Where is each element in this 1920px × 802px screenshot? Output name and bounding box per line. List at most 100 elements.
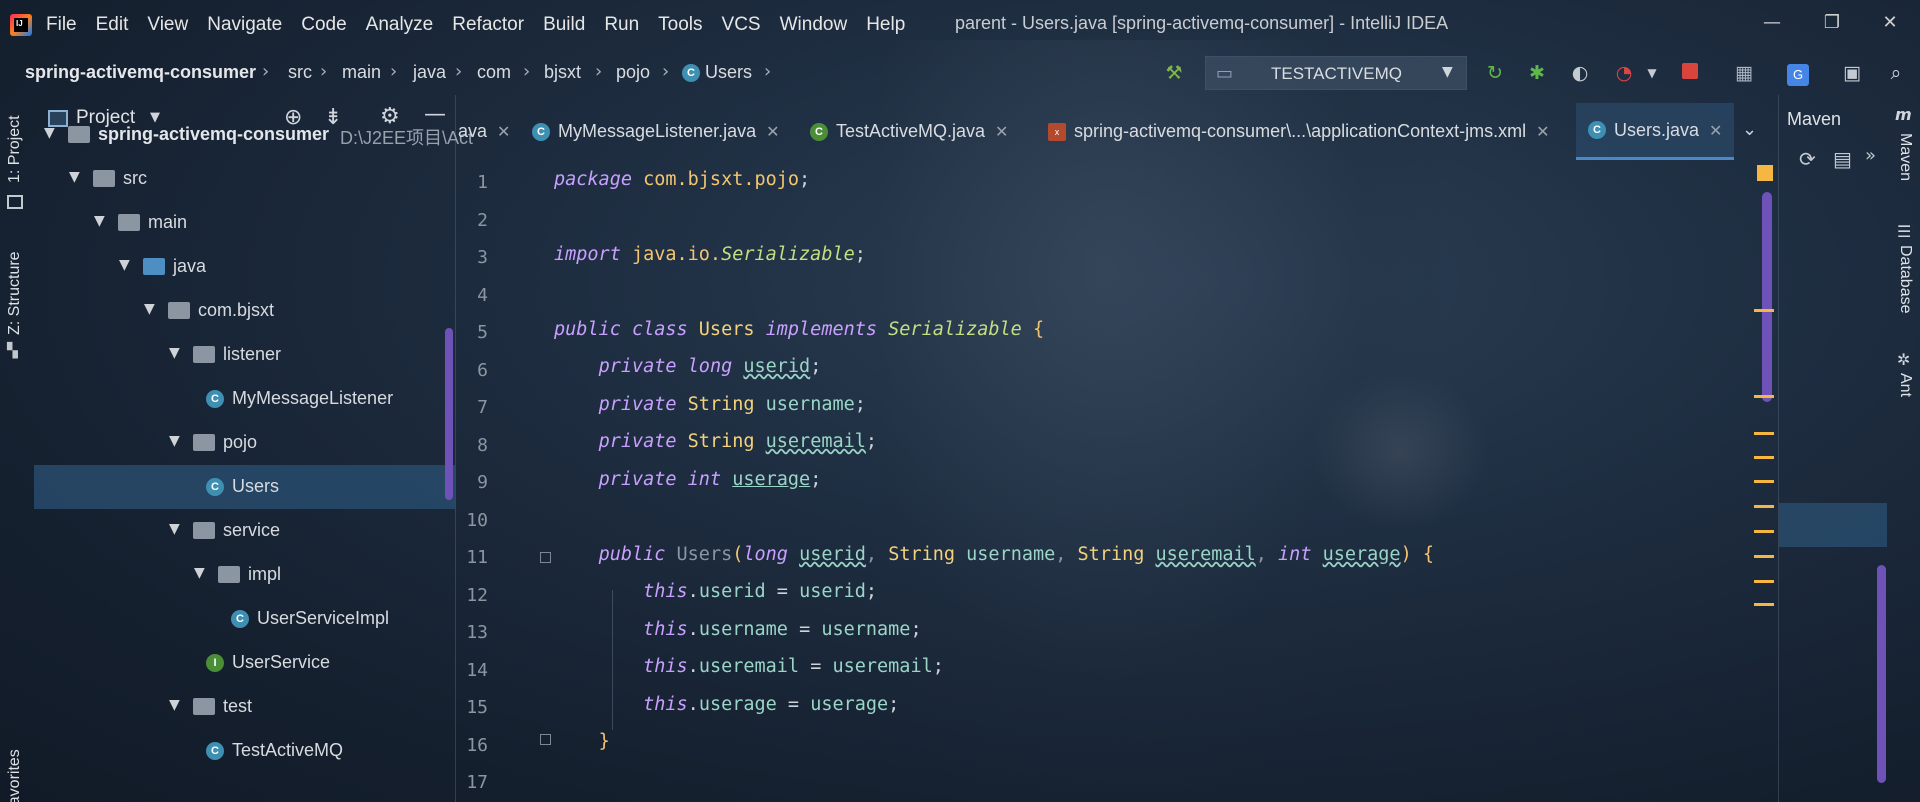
close-icon[interactable]: ✕ [995, 122, 1008, 141]
tree-item-userservice[interactable]: I UserService [34, 641, 456, 685]
expand-arrow-icon[interactable]: ▼ [194, 565, 205, 581]
close-icon[interactable]: ✕ [1536, 122, 1549, 141]
profile-icon[interactable]: ◔ [1612, 61, 1636, 85]
tab-partial[interactable]: ava ✕ [446, 103, 522, 160]
tree-item-mymessagelistener[interactable]: C MyMessageListener [34, 377, 456, 421]
menu-build[interactable]: Build [543, 14, 585, 36]
menu-navigate[interactable]: Navigate [207, 14, 282, 36]
breadcrumb-pojo[interactable]: pojo [616, 62, 650, 83]
menu-run[interactable]: Run [604, 14, 639, 36]
tab-list-chevron-icon[interactable]: ⌄ [1742, 119, 1757, 140]
tab-maven[interactable]: Maven [1896, 133, 1914, 181]
code-editor[interactable]: 1 2 3 4 5 6 7 8 9 10 11 12 13 14 15 16 17 package com.bj… [458, 160, 1778, 802]
expand-arrow-icon[interactable]: ▼ [94, 213, 105, 229]
menu-file[interactable]: File [46, 14, 77, 36]
terminal-icon[interactable]: ▣ [1840, 61, 1864, 85]
breadcrumb-bjsxt[interactable]: bjsxt [544, 62, 581, 83]
tree-scrollbar[interactable] [445, 328, 453, 500]
expand-arrow-icon[interactable]: ▼ [169, 433, 180, 449]
menu-help[interactable]: Help [866, 14, 905, 36]
tab-ant[interactable]: Ant [1896, 373, 1914, 397]
menu-refactor[interactable]: Refactor [452, 14, 524, 36]
error-stripe-mark[interactable] [1754, 432, 1774, 435]
menu-code[interactable]: Code [301, 14, 346, 36]
editor-scrollbar[interactable] [1762, 192, 1772, 402]
fold-marker-icon[interactable] [540, 734, 551, 745]
coverage-icon[interactable]: ◐ [1568, 61, 1592, 85]
project-structure-icon[interactable]: ▦ [1732, 61, 1756, 85]
tree-item-impl[interactable]: ▼ impl [34, 553, 456, 597]
tree-item-users[interactable]: C Users [34, 465, 456, 509]
tab-project[interactable]: 1: Project [6, 115, 24, 183]
fold-marker-icon[interactable] [540, 552, 551, 563]
close-icon[interactable]: ✕ [766, 122, 779, 141]
add-project-icon[interactable]: ▤ [1833, 147, 1852, 171]
tab-favorites[interactable]: Favorites [6, 749, 24, 802]
maven-scrollbar[interactable] [1877, 565, 1886, 783]
tab-users-java[interactable]: C Users.java ✕ [1576, 103, 1735, 160]
expand-arrow-icon[interactable]: ▼ [169, 521, 180, 537]
debug-icon[interactable]: ✱ [1525, 61, 1549, 85]
error-stripe-mark[interactable] [1754, 603, 1774, 606]
reload-icon[interactable]: ⟳ [1799, 147, 1816, 171]
code-line-14: this.useremail = useremail; [643, 656, 944, 677]
warning-indicator[interactable] [1757, 165, 1773, 181]
error-stripe-mark[interactable] [1754, 480, 1774, 483]
expand-arrow-icon[interactable]: ▼ [119, 257, 130, 273]
translate-icon[interactable]: G [1786, 61, 1810, 86]
stop-icon[interactable] [1678, 61, 1702, 85]
more-icon[interactable]: » [1865, 145, 1876, 166]
breadcrumb-users[interactable]: C Users [682, 62, 752, 83]
tree-item-pojo[interactable]: ▼ pojo [34, 421, 456, 465]
breadcrumb-com[interactable]: com [477, 62, 511, 83]
tree-item-com-bjsxt[interactable]: ▼ com.bjsxt [34, 289, 456, 333]
search-icon[interactable]: ⌕ [1884, 61, 1908, 85]
tab-database[interactable]: Database [1896, 245, 1914, 314]
minimize-icon[interactable]: — [1752, 8, 1792, 38]
chevron-down-icon[interactable]: ▼ [1640, 61, 1664, 85]
tree-item-service[interactable]: ▼ service [34, 509, 456, 553]
tree-item-test[interactable]: ▼ test [34, 685, 456, 729]
tree-item-src[interactable]: ▼ src [34, 157, 456, 201]
error-stripe-mark[interactable] [1754, 505, 1774, 508]
error-stripe-mark[interactable] [1754, 580, 1774, 583]
menu-window[interactable]: Window [780, 14, 848, 36]
error-stripe-mark[interactable] [1754, 456, 1774, 459]
menu-vcs[interactable]: VCS [722, 14, 761, 36]
expand-arrow-icon[interactable]: ▼ [44, 125, 55, 141]
rerun-icon[interactable]: ↻ [1483, 61, 1507, 85]
breadcrumb-main[interactable]: main [342, 62, 381, 83]
close-icon[interactable]: ✕ [1709, 121, 1722, 140]
close-icon[interactable]: ✕ [1870, 8, 1910, 38]
tree-item-spring-activemq-consumer[interactable]: ▼ spring-activemq-consumer D:\J2EE项目\Act [34, 113, 473, 157]
error-stripe-mark[interactable] [1754, 555, 1774, 558]
menu-tools[interactable]: Tools [658, 14, 702, 36]
expand-arrow-icon[interactable]: ▼ [169, 697, 180, 713]
tree-item-java[interactable]: ▼ java [34, 245, 456, 289]
error-stripe-mark[interactable] [1754, 309, 1774, 312]
breadcrumb-java[interactable]: java [413, 62, 446, 83]
expand-arrow-icon[interactable]: ▼ [69, 169, 80, 185]
tab-structure[interactable]: Z: Structure [6, 251, 24, 335]
expand-arrow-icon[interactable]: ▼ [169, 345, 180, 361]
tree-item-main[interactable]: ▼ main [34, 201, 456, 245]
tab-applicationcontext-jms[interactable]: x spring-activemq-consumer\...\applicati… [1036, 103, 1562, 160]
error-stripe-mark[interactable] [1754, 395, 1774, 398]
tab-testactivemq[interactable]: C TestActiveMQ.java ✕ [798, 103, 1020, 160]
tab-mymessagelistener[interactable]: C MyMessageListener.java ✕ [520, 103, 792, 160]
expand-arrow-icon[interactable]: ▼ [144, 301, 155, 317]
menu-view[interactable]: View [147, 14, 188, 36]
menu-edit[interactable]: Edit [96, 14, 129, 36]
maven-selected-row[interactable] [1779, 503, 1887, 547]
close-icon[interactable]: ✕ [497, 122, 510, 141]
tree-item-testactivemq[interactable]: C TestActiveMQ [34, 729, 456, 773]
menu-analyze[interactable]: Analyze [366, 14, 434, 36]
breadcrumb-src[interactable]: src [288, 62, 312, 83]
maximize-icon[interactable]: ❐ [1812, 8, 1852, 38]
tree-item-userserviceimpl[interactable]: C UserServiceImpl [34, 597, 456, 641]
tree-item-listener[interactable]: ▼ listener [34, 333, 456, 377]
build-hammer-icon[interactable]: ⚒ [1162, 61, 1186, 85]
breadcrumb-module[interactable]: spring-activemq-consumer [25, 62, 256, 83]
run-configuration-select[interactable]: ▭ TESTACTIVEMQ ▼ [1205, 56, 1467, 90]
error-stripe-mark[interactable] [1754, 530, 1774, 533]
